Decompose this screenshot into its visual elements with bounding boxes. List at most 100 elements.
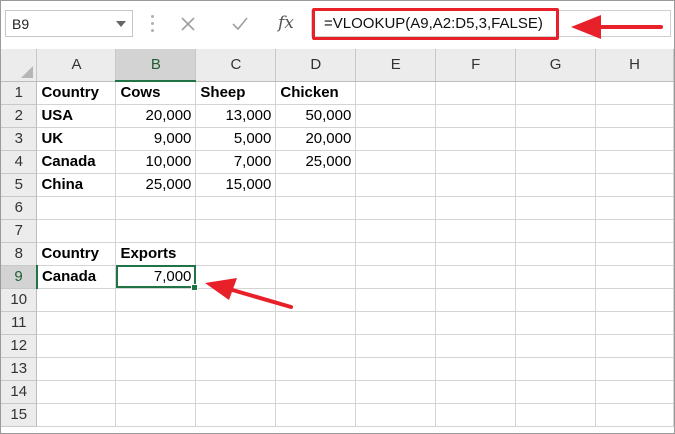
cell[interactable]: [595, 357, 674, 381]
cell[interactable]: Canada: [36, 265, 117, 289]
fx-icon[interactable]: fx: [271, 10, 301, 37]
cell[interactable]: [355, 196, 437, 220]
cell[interactable]: [115, 311, 197, 335]
column-header-b[interactable]: B: [115, 49, 197, 82]
cell[interactable]: China: [36, 173, 117, 197]
cell[interactable]: [595, 127, 674, 151]
cell[interactable]: [435, 265, 517, 289]
cell[interactable]: [435, 81, 517, 105]
cell[interactable]: [195, 380, 277, 404]
cell[interactable]: [195, 311, 277, 335]
chevron-down-icon[interactable]: [116, 21, 126, 27]
row-header[interactable]: 10: [1, 288, 38, 312]
cell[interactable]: [195, 242, 277, 266]
cell[interactable]: Canada: [36, 150, 117, 174]
column-header-f[interactable]: F: [435, 49, 517, 82]
cell[interactable]: [515, 242, 596, 266]
cell[interactable]: [195, 196, 277, 220]
cell[interactable]: [355, 127, 437, 151]
cell[interactable]: [515, 265, 596, 289]
cell[interactable]: [515, 104, 596, 128]
cell[interactable]: [355, 357, 437, 381]
cell[interactable]: [195, 288, 277, 312]
cell[interactable]: [275, 380, 357, 404]
row-header[interactable]: 9: [1, 265, 38, 289]
cell[interactable]: [36, 357, 117, 381]
cell[interactable]: [115, 196, 197, 220]
cell[interactable]: [355, 173, 437, 197]
cell[interactable]: Sheep: [195, 81, 277, 105]
cell[interactable]: [355, 81, 437, 105]
cell[interactable]: [355, 380, 437, 404]
cell[interactable]: [275, 265, 357, 289]
cell[interactable]: UK: [36, 127, 117, 151]
cell[interactable]: [275, 242, 357, 266]
cell[interactable]: 10,000: [115, 150, 197, 174]
column-header-c[interactable]: C: [195, 49, 277, 82]
cell[interactable]: [195, 265, 277, 289]
cell[interactable]: [275, 357, 357, 381]
column-header-g[interactable]: G: [515, 49, 596, 82]
active-cell-b9[interactable]: 7,000: [115, 265, 199, 291]
cell[interactable]: [435, 104, 517, 128]
cell[interactable]: [515, 127, 596, 151]
cell[interactable]: [195, 357, 277, 381]
row-header[interactable]: 13: [1, 357, 38, 381]
row-header[interactable]: 7: [1, 219, 38, 243]
worksheet-grid[interactable]: A B C D E F G H 1 Country Cows Sheep Chicken…: [1, 49, 674, 433]
cell[interactable]: [275, 403, 357, 427]
cell[interactable]: [595, 288, 674, 312]
cell[interactable]: [515, 380, 596, 404]
row-header[interactable]: 3: [1, 127, 38, 151]
cell[interactable]: [36, 288, 117, 312]
cell[interactable]: [355, 403, 437, 427]
row-header[interactable]: 2: [1, 104, 38, 128]
cell[interactable]: [36, 403, 117, 427]
cell[interactable]: [435, 380, 517, 404]
cell[interactable]: [515, 357, 596, 381]
cell[interactable]: [515, 311, 596, 335]
checkmark-icon[interactable]: [225, 10, 255, 37]
cell[interactable]: [36, 196, 117, 220]
cell[interactable]: [595, 403, 674, 427]
cell[interactable]: [355, 242, 437, 266]
row-header[interactable]: 14: [1, 380, 38, 404]
cell[interactable]: [355, 288, 437, 312]
cell[interactable]: [355, 104, 437, 128]
cell[interactable]: [595, 311, 674, 335]
cell[interactable]: 9,000: [115, 127, 197, 151]
cell[interactable]: [435, 219, 517, 243]
cell[interactable]: [595, 150, 674, 174]
cell[interactable]: 25,000: [275, 150, 357, 174]
cell[interactable]: [435, 311, 517, 335]
cell[interactable]: [195, 403, 277, 427]
cell[interactable]: Country: [36, 242, 117, 266]
row-header[interactable]: 11: [1, 311, 38, 335]
cell[interactable]: [195, 334, 277, 358]
select-all-corner[interactable]: [1, 49, 38, 82]
cell[interactable]: [435, 403, 517, 427]
cell[interactable]: [515, 173, 596, 197]
cell[interactable]: [115, 380, 197, 404]
formula-text[interactable]: =VLOOKUP(A9,A2:D5,3,FALSE): [324, 15, 543, 32]
cell[interactable]: 50,000: [275, 104, 357, 128]
cell[interactable]: [435, 173, 517, 197]
cell[interactable]: [275, 196, 357, 220]
cell[interactable]: [435, 127, 517, 151]
drag-handle-icon[interactable]: [151, 15, 154, 32]
cell[interactable]: [595, 380, 674, 404]
cell[interactable]: 20,000: [275, 127, 357, 151]
column-header-a[interactable]: A: [36, 49, 117, 82]
cell[interactable]: [595, 173, 674, 197]
cell[interactable]: [115, 219, 197, 243]
cell[interactable]: [275, 311, 357, 335]
cell[interactable]: 13,000: [195, 104, 277, 128]
row-header[interactable]: 1: [1, 81, 38, 105]
row-header[interactable]: 6: [1, 196, 38, 220]
cell[interactable]: 15,000: [195, 173, 277, 197]
cell[interactable]: [36, 219, 117, 243]
cell[interactable]: [36, 380, 117, 404]
cell[interactable]: [115, 288, 197, 312]
cell[interactable]: Cows: [115, 81, 197, 105]
cell[interactable]: [355, 334, 437, 358]
